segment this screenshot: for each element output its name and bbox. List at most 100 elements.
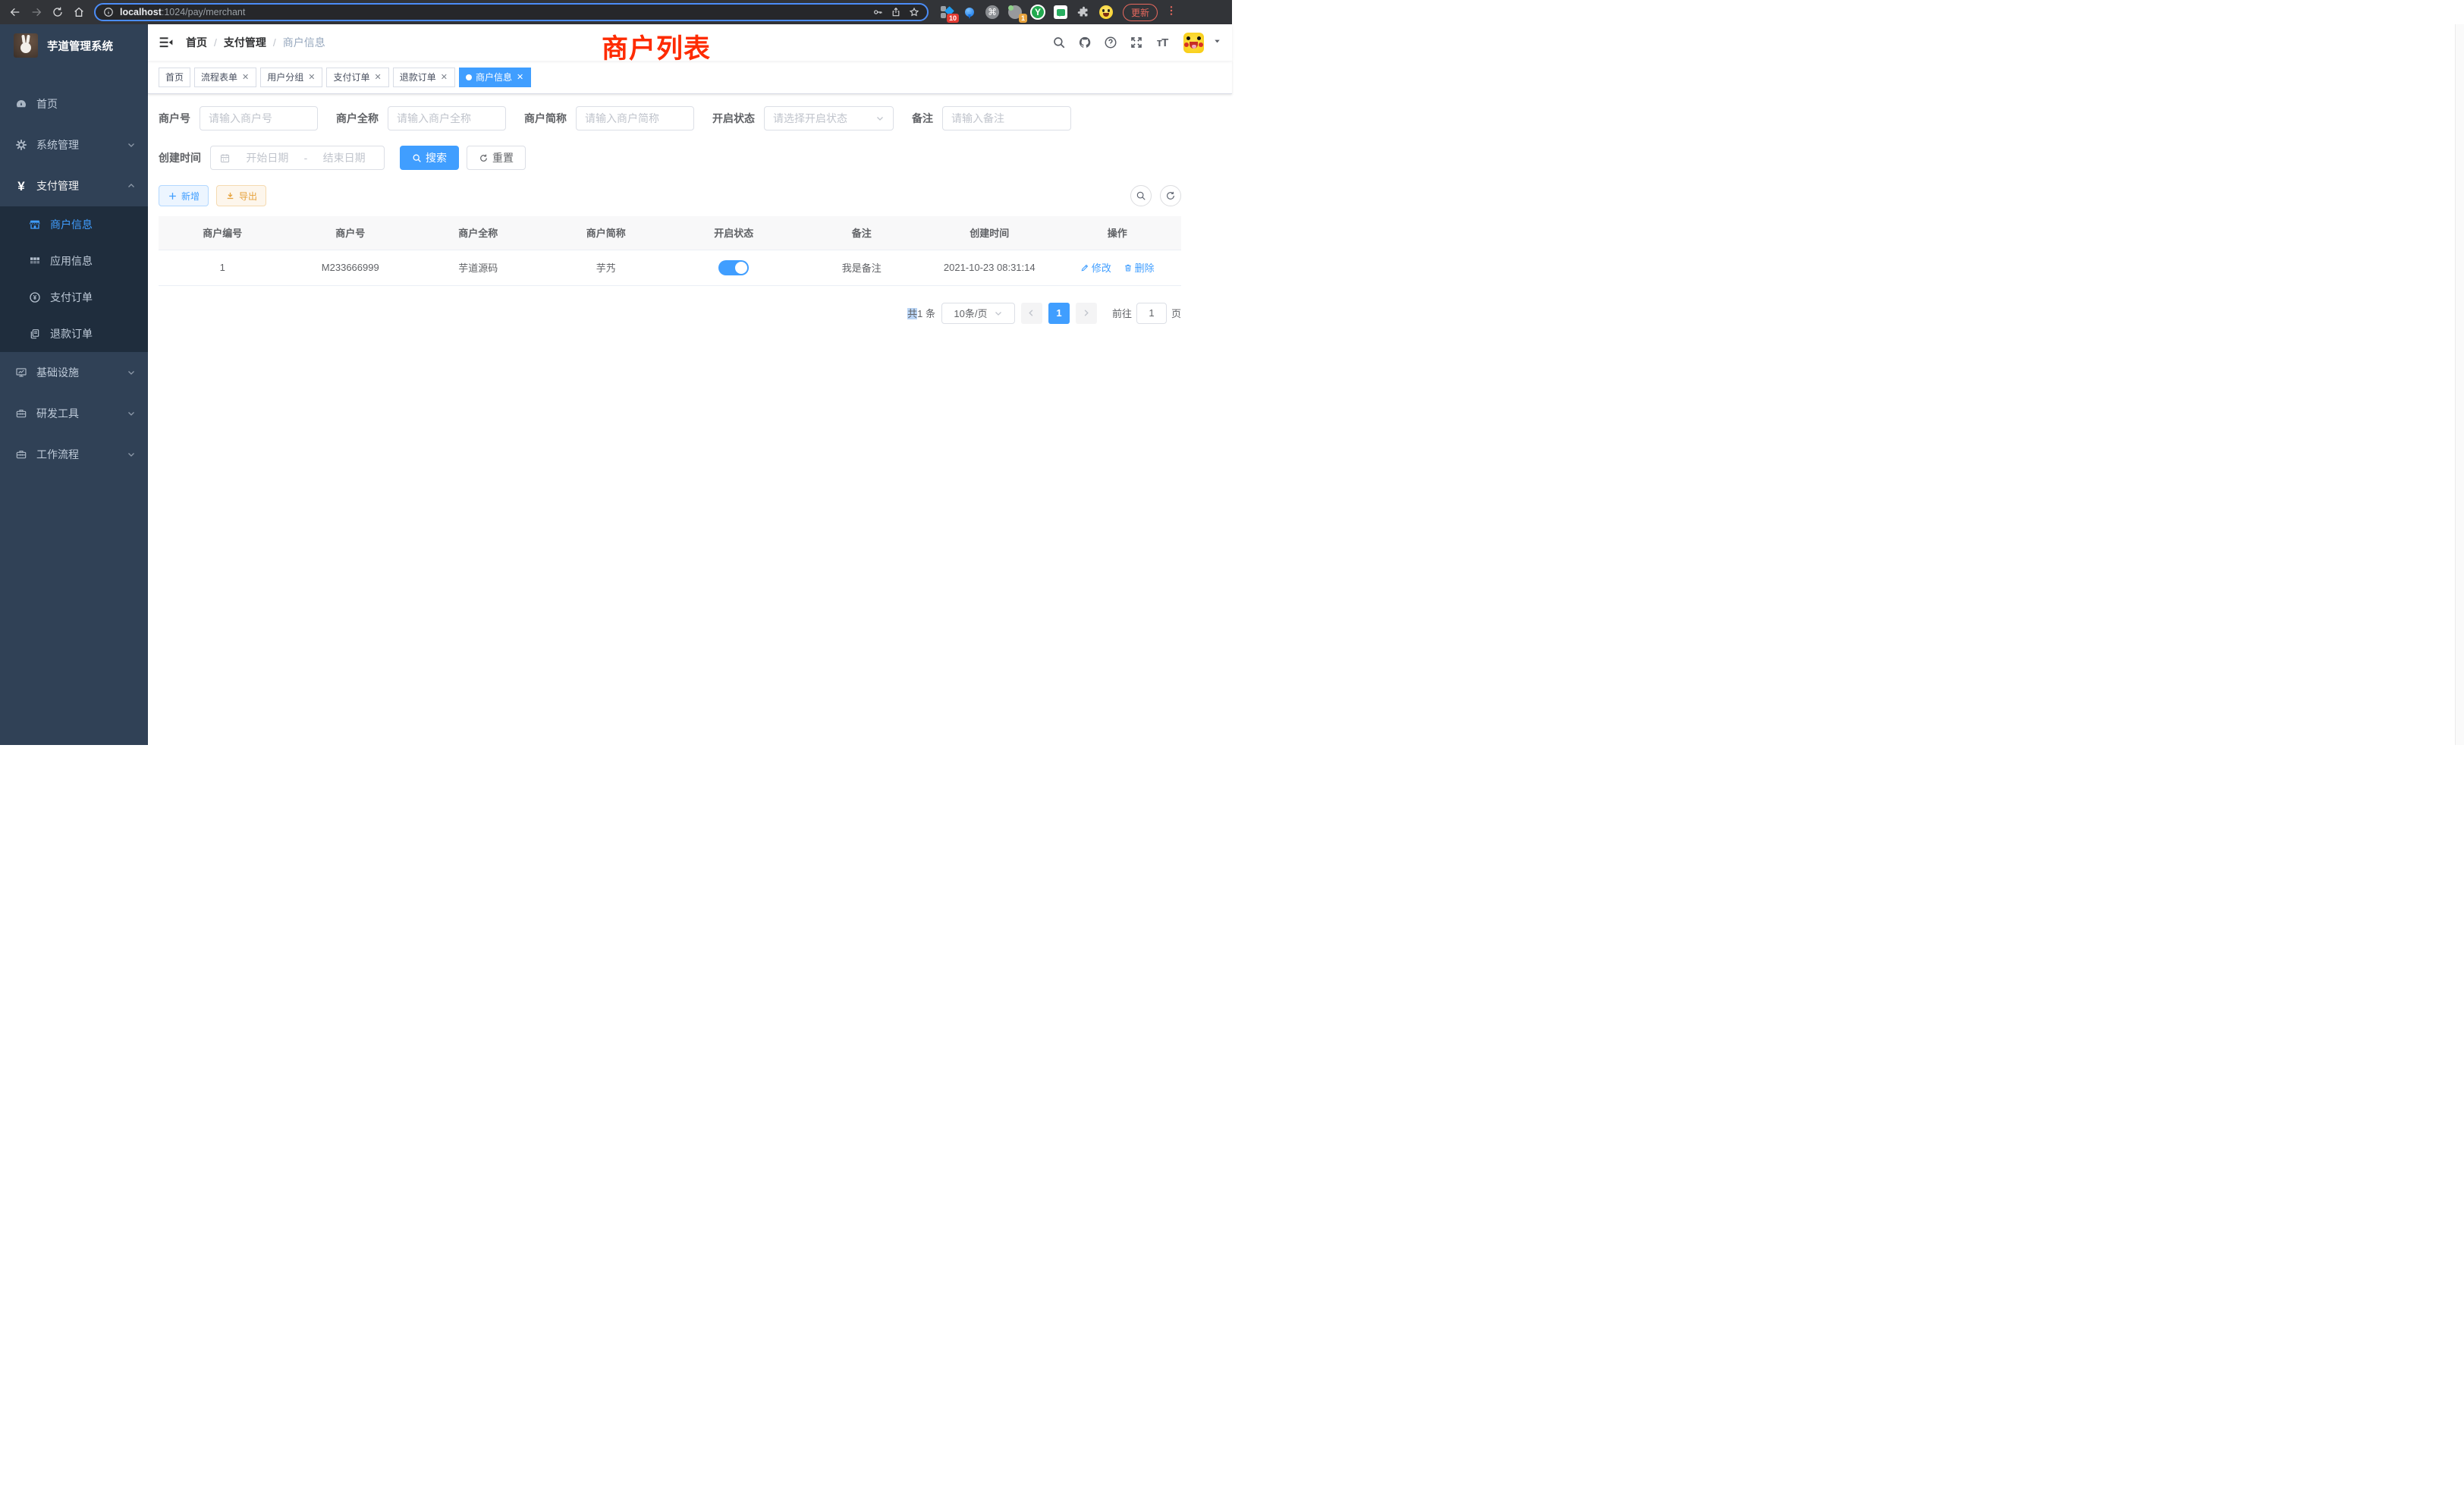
hamburger-icon[interactable] xyxy=(159,35,174,50)
table-row: 1 M233666999 芋道源码 芋艿 我是备注 2021-10-23 08:… xyxy=(159,250,1181,285)
home-icon[interactable] xyxy=(70,3,88,21)
goto-suffix: 页 xyxy=(1171,306,1181,320)
edit-link[interactable]: 修改 xyxy=(1080,260,1111,275)
ext-y-icon[interactable]: Y xyxy=(1030,5,1045,20)
goto-label: 前往 xyxy=(1112,306,1132,320)
sidebar-item-payment[interactable]: ¥ 支付管理 xyxy=(0,165,148,206)
github-icon[interactable] xyxy=(1076,33,1094,52)
ext-tabs-icon[interactable]: 10 xyxy=(939,5,954,20)
short-name-input[interactable]: 请输入商户简称 xyxy=(576,106,694,130)
col-actions: 操作 xyxy=(1054,216,1182,250)
ext-pin-icon[interactable] xyxy=(962,5,977,20)
extensions-puzzle-icon[interactable] xyxy=(1076,5,1091,20)
export-button[interactable]: 导出 xyxy=(216,185,266,206)
caret-down-icon[interactable] xyxy=(1213,36,1221,49)
date-start-placeholder: 开始日期 xyxy=(236,150,299,165)
gear-icon xyxy=(15,139,27,151)
site-info-icon[interactable] xyxy=(102,5,115,19)
password-key-icon[interactable] xyxy=(871,5,885,19)
col-create-time: 创建时间 xyxy=(926,216,1054,250)
show-search-button[interactable] xyxy=(1130,185,1152,206)
search-icon[interactable] xyxy=(1050,33,1068,52)
ext-command-icon[interactable]: ⌘ xyxy=(985,5,1000,20)
sidebar: 芋道管理系统 首页 系统管理 ¥ 支付管理 商户信息 xyxy=(0,24,148,745)
sidebar-item-app-info[interactable]: 应用信息 xyxy=(0,243,148,279)
cell-merchant-no: M233666999 xyxy=(287,250,415,285)
user-avatar[interactable] xyxy=(1183,33,1204,53)
tab-merchant-info[interactable]: 商户信息✕ xyxy=(459,68,531,87)
ext-chat-icon[interactable] xyxy=(1053,5,1068,20)
close-icon[interactable]: ✕ xyxy=(241,72,250,82)
cell-short-name: 芋艿 xyxy=(542,250,671,285)
add-button[interactable]: 新增 xyxy=(159,185,209,206)
tab-refund-order[interactable]: 退款订单✕ xyxy=(393,68,455,87)
page-content: 商户号 请输入商户号 商户全称 请输入商户全称 商户简称 请输入商户简称 开启状… xyxy=(148,94,1232,745)
app-logo-row[interactable]: 芋道管理系统 xyxy=(0,24,148,67)
prev-page-button[interactable] xyxy=(1021,303,1042,324)
sidebar-item-home[interactable]: 首页 xyxy=(0,83,148,124)
chevron-down-icon xyxy=(127,409,136,418)
tab-pay-order[interactable]: 支付订单✕ xyxy=(326,68,388,87)
svg-text:¥: ¥ xyxy=(33,294,37,301)
fullscreen-icon[interactable] xyxy=(1127,33,1146,52)
sidebar-item-dev-tools[interactable]: 研发工具 xyxy=(0,393,148,434)
next-page-button[interactable] xyxy=(1076,303,1097,324)
sidebar-item-refund-order[interactable]: 退款订单 xyxy=(0,316,148,352)
page-number-1[interactable]: 1 xyxy=(1048,303,1070,324)
share-icon[interactable] xyxy=(889,5,903,19)
close-icon[interactable]: ✕ xyxy=(307,72,316,82)
merchant-table: 商户编号 商户号 商户全称 商户简称 开启状态 备注 创建时间 操作 1 M23… xyxy=(159,216,1181,286)
extensions-row: 10 ⌘ 1 Y xyxy=(939,5,1114,20)
tab-user-group[interactable]: 用户分组✕ xyxy=(260,68,322,87)
status-select[interactable]: 请选择开启状态 xyxy=(764,106,894,130)
browser-menu-icon[interactable] xyxy=(1165,5,1177,20)
full-name-label: 商户全称 xyxy=(336,111,388,126)
col-merchant-no: 商户号 xyxy=(287,216,415,250)
address-bar[interactable]: localhost:1024/pay/merchant xyxy=(94,3,929,21)
help-icon[interactable] xyxy=(1102,33,1120,52)
cell-create-time: 2021-10-23 08:31:14 xyxy=(926,250,1054,285)
browser-toolbar: localhost:1024/pay/merchant 10 ⌘ 1 Y 更新 xyxy=(0,0,1232,24)
goto-page-input[interactable]: 1 xyxy=(1136,303,1167,324)
back-icon[interactable] xyxy=(6,3,24,21)
date-range-picker[interactable]: 开始日期 - 结束日期 xyxy=(210,146,385,170)
sidebar-item-merchant-info[interactable]: 商户信息 xyxy=(0,206,148,243)
sidebar-item-pay-order[interactable]: ¥ 支付订单 xyxy=(0,279,148,316)
browser-update-button[interactable]: 更新 xyxy=(1123,4,1158,21)
search-button[interactable]: 搜索 xyxy=(400,146,459,170)
sidebar-item-system[interactable]: 系统管理 xyxy=(0,124,148,165)
pagination: 共1 条 10条/页 1 前往 1 页 xyxy=(159,303,1181,324)
monitor-icon xyxy=(15,366,27,379)
date-end-placeholder: 结束日期 xyxy=(313,150,376,165)
refresh-button[interactable] xyxy=(1160,185,1181,206)
remark-input[interactable]: 请输入备注 xyxy=(942,106,1071,130)
status-toggle[interactable] xyxy=(718,260,749,275)
tab-home[interactable]: 首页 xyxy=(159,68,190,87)
breadcrumb-home[interactable]: 首页 xyxy=(186,35,207,50)
forward-icon[interactable] xyxy=(27,3,46,21)
font-size-icon[interactable]: тT xyxy=(1153,33,1171,52)
full-name-input[interactable]: 请输入商户全称 xyxy=(388,106,506,130)
breadcrumb-payment[interactable]: 支付管理 xyxy=(224,35,266,50)
active-dot xyxy=(466,74,472,80)
sidebar-item-workflow[interactable]: 工作流程 xyxy=(0,434,148,475)
breadcrumb: 首页 / 支付管理 / 商户信息 xyxy=(186,35,325,50)
remark-label: 备注 xyxy=(912,111,942,126)
sidebar-item-infrastructure[interactable]: 基础设施 xyxy=(0,352,148,393)
tab-process-form[interactable]: 流程表单✕ xyxy=(194,68,256,87)
calendar-icon xyxy=(219,152,231,164)
reset-button[interactable]: 重置 xyxy=(467,146,526,170)
page-size-select[interactable]: 10条/页 xyxy=(941,303,1015,324)
delete-link[interactable]: 删除 xyxy=(1124,260,1155,275)
close-icon[interactable]: ✕ xyxy=(374,72,382,82)
ext-emoji-icon[interactable] xyxy=(1098,5,1114,20)
page-scrollbar[interactable] xyxy=(2455,24,2464,745)
yen-icon: ¥ xyxy=(15,180,27,192)
chevron-down-icon xyxy=(127,368,136,377)
close-icon[interactable]: ✕ xyxy=(516,72,524,82)
bookmark-star-icon[interactable] xyxy=(907,5,921,19)
reload-icon[interactable] xyxy=(49,3,67,21)
close-icon[interactable]: ✕ xyxy=(440,72,448,82)
ext-notify-icon[interactable]: 1 xyxy=(1007,5,1023,20)
merchant-no-input[interactable]: 请输入商户号 xyxy=(200,106,318,130)
